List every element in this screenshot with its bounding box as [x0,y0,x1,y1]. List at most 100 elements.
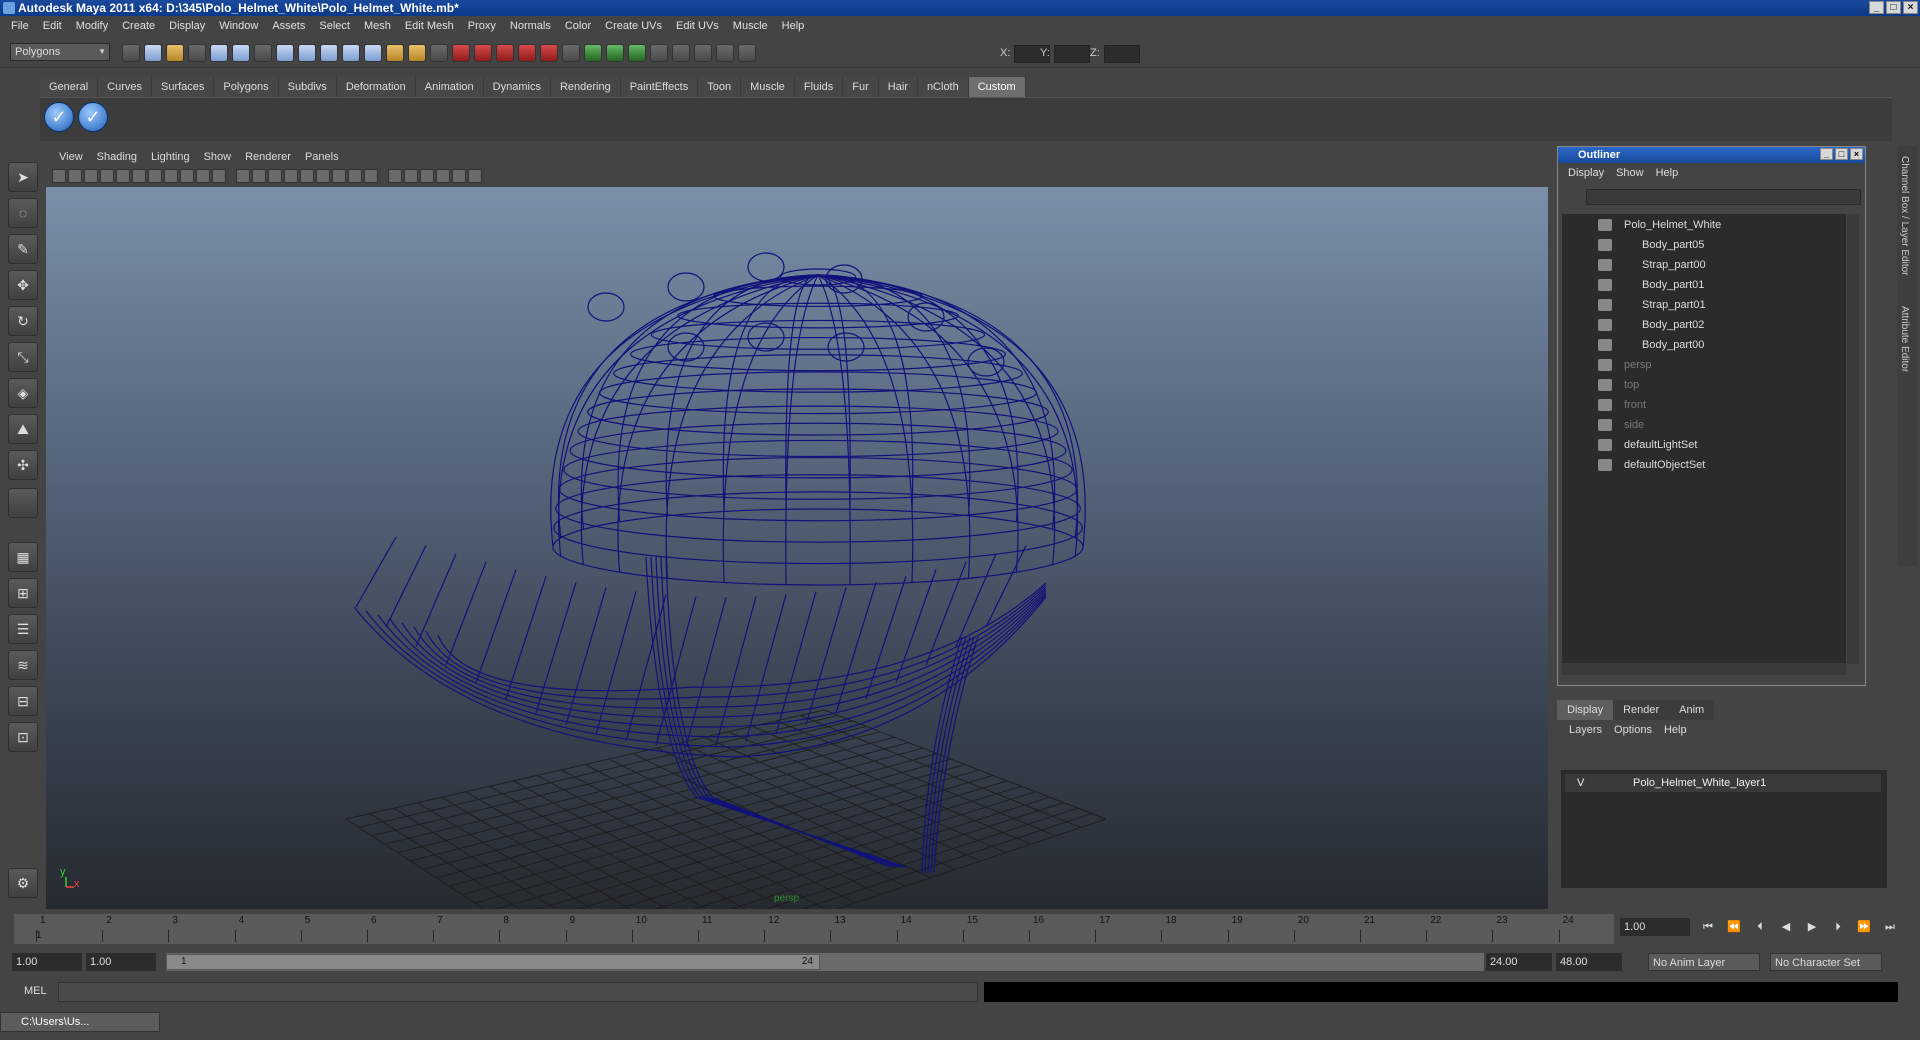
viewport-tool-icon[interactable] [116,169,130,183]
viewport-tool-icon[interactable] [84,169,98,183]
single-perspective-layout-icon[interactable]: ▦ [8,542,38,572]
play-backward-icon[interactable]: ◀ [1778,920,1794,934]
viewport-menu-shading[interactable]: Shading [90,148,144,166]
outliner-item[interactable]: Body_part00 [1598,336,1832,354]
viewport-menu-show[interactable]: Show [197,148,239,166]
layer-name[interactable]: Polo_Helmet_White_layer1 [1633,774,1766,792]
viewport-tool-icon[interactable] [212,169,226,183]
status-tool-icon[interactable] [672,44,690,62]
outliner-item[interactable]: Body_part05 [1598,236,1832,254]
outliner-item[interactable]: top [1598,376,1832,394]
animation-end-field[interactable]: 48.00 [1556,953,1622,971]
status-tool-icon[interactable] [210,44,228,62]
y-field[interactable] [1054,45,1090,63]
playback-start-field[interactable]: 1.00 [86,953,156,971]
perspective-viewport[interactable]: y x persp [46,187,1548,909]
animation-start-field[interactable]: 1.00 [12,953,82,971]
menu-create[interactable]: Create [115,20,162,32]
menu-muscle[interactable]: Muscle [726,20,775,32]
viewport-tool-icon[interactable] [364,169,378,183]
step-back-icon[interactable]: ⏪ [1726,920,1742,934]
viewport-tool-icon[interactable] [316,169,330,183]
z-field[interactable] [1104,45,1140,63]
outliner-item[interactable]: Strap_part00 [1598,256,1832,274]
shelf-tab-fur[interactable]: Fur [843,77,879,97]
menu-edit-uvs[interactable]: Edit UVs [669,20,726,32]
outliner-item[interactable]: Strap_part01 [1598,296,1832,314]
viewport-tool-icon[interactable] [404,169,418,183]
viewport-tool-icon[interactable] [300,169,314,183]
outliner-menu-show[interactable]: Show [1610,167,1650,179]
status-tool-icon[interactable] [650,44,668,62]
menu-set-dropdown[interactable]: Polygons [10,43,110,61]
status-tool-icon[interactable] [276,44,294,62]
playback-end-field[interactable]: 24.00 [1486,953,1552,971]
layer-tab-render[interactable]: Render [1613,700,1670,720]
character-set-dropdown[interactable]: No Character Set [1770,953,1882,971]
outliner-item[interactable]: persp [1598,356,1832,374]
viewport-tool-icon[interactable] [132,169,146,183]
menu-file[interactable]: File [4,20,36,32]
close-button[interactable]: × [1903,1,1918,14]
status-tool-icon[interactable] [122,44,140,62]
soft-modification-icon[interactable]: ⛰ [8,414,38,444]
outliner-item[interactable]: defaultLightSet [1598,436,1832,454]
status-tool-icon[interactable] [254,44,272,62]
viewport-tool-icon[interactable] [452,169,466,183]
viewport-tool-icon[interactable] [164,169,178,183]
menu-proxy[interactable]: Proxy [461,20,503,32]
shelf-tab-dynamics[interactable]: Dynamics [483,77,551,97]
menu-window[interactable]: Window [212,20,265,32]
hotbox-icon[interactable]: ⚙ [8,868,38,898]
shelf-tab-subdivs[interactable]: Subdivs [278,77,337,97]
channel-box-tab[interactable]: Channel Box / Layer Editor [1899,156,1910,276]
status-tool-icon[interactable] [474,44,492,62]
viewport-tool-icon[interactable] [348,169,362,183]
status-tool-icon[interactable] [430,44,448,62]
layer-menu-options[interactable]: Options [1608,724,1658,736]
range-slider[interactable]: 1 24 [166,953,1484,971]
outliner-menu-display[interactable]: Display [1562,167,1610,179]
menu-display[interactable]: Display [162,20,212,32]
viewport-tool-icon[interactable] [180,169,194,183]
menu-mesh[interactable]: Mesh [357,20,398,32]
select-tool-icon[interactable]: ➤ [8,162,38,192]
layer-visibility-toggle[interactable]: V [1577,774,1584,792]
menu-color[interactable]: Color [558,20,598,32]
menu-normals[interactable]: Normals [503,20,558,32]
shelf-tab-ncloth[interactable]: nCloth [917,77,969,97]
custom-shelf-button-2[interactable]: ✓ [78,102,108,132]
time-slider[interactable]: 1 2 3 4 5 6 7 8 9 10 11 12 13 14 15 16 17 18 19 20 21 22 23 24 1 [14,914,1614,944]
scale-tool-icon[interactable]: ⤡ [8,342,38,372]
outliner-item[interactable]: defaultObjectSet [1598,456,1832,474]
status-tool-icon[interactable] [496,44,514,62]
shelf-tab-surfaces[interactable]: Surfaces [151,77,215,97]
viewport-tool-icon[interactable] [284,169,298,183]
shelf-tab-polygons[interactable]: Polygons [214,77,279,97]
show-manipulator-icon[interactable]: ✣ [8,450,38,480]
status-tool-icon[interactable] [298,44,316,62]
menu-modify[interactable]: Modify [69,20,115,32]
status-tool-icon[interactable] [386,44,404,62]
shelf-tab-muscle[interactable]: Muscle [741,77,795,97]
shelf-tab-hair[interactable]: Hair [878,77,918,97]
outliner-search-field[interactable] [1586,189,1861,205]
layer-menu-help[interactable]: Help [1658,724,1693,736]
minimized-window[interactable]: C:\Users\Us... [0,1012,160,1032]
viewport-tool-icon[interactable] [196,169,210,183]
custom-shelf-button-1[interactable]: ✓ [44,102,74,132]
outliner-item[interactable]: Body_part01 [1598,276,1832,294]
step-back-key-icon[interactable]: ⏴ [1752,920,1768,934]
play-forward-icon[interactable]: ▶ [1804,920,1820,934]
last-tool-icon[interactable] [8,488,38,518]
status-tool-icon[interactable] [518,44,536,62]
hypershade-layout-icon[interactable]: ⊟ [8,686,38,716]
viewport-tool-icon[interactable] [100,169,114,183]
viewport-tool-icon[interactable] [148,169,162,183]
viewport-tool-icon[interactable] [420,169,434,183]
menu-help[interactable]: Help [775,20,812,32]
go-to-start-icon[interactable]: ⏮ [1700,920,1716,934]
current-frame-field[interactable]: 1.00 [1620,918,1690,936]
viewport-tool-icon[interactable] [388,169,402,183]
shelf-tab-deformation[interactable]: Deformation [336,77,416,97]
